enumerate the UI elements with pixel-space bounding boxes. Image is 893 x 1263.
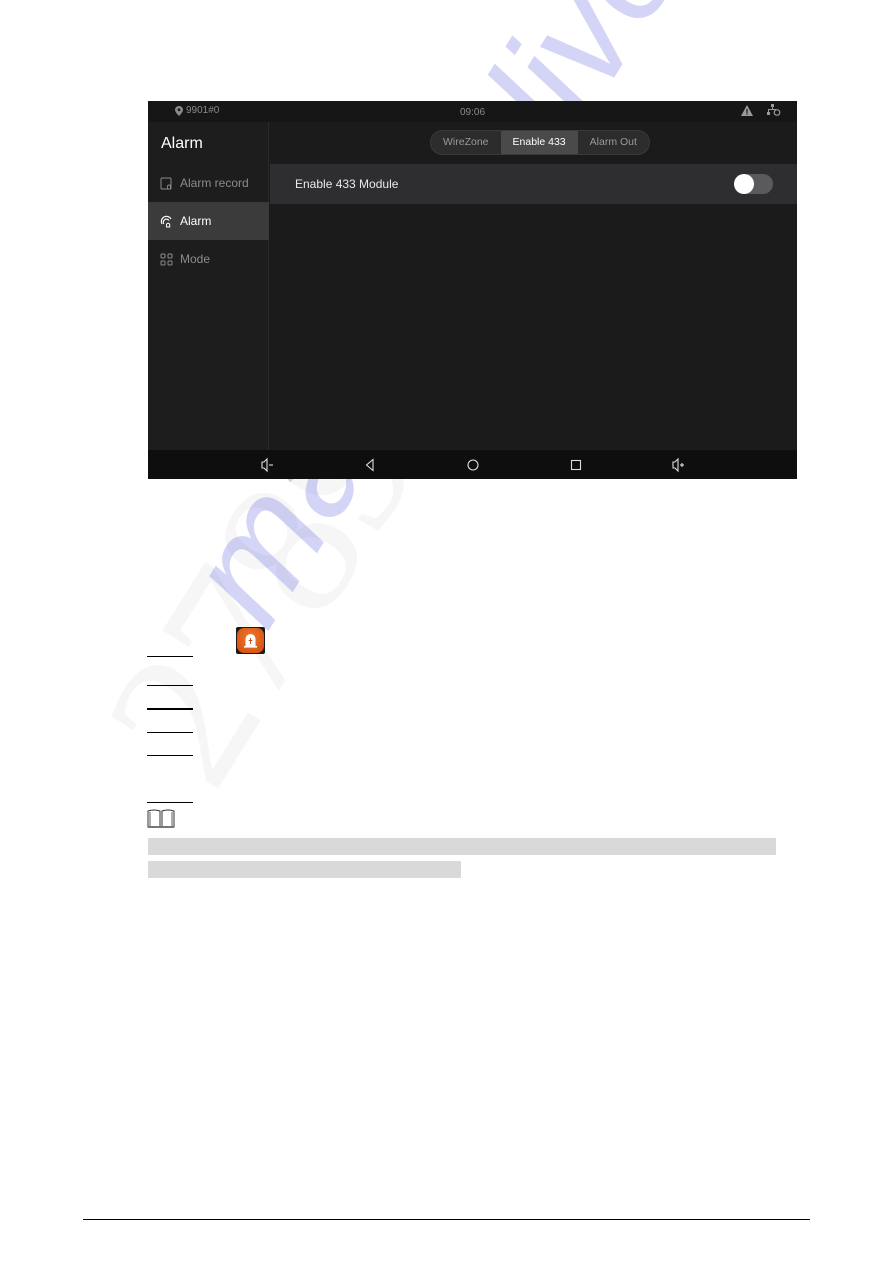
- tab-wirezone[interactable]: WireZone: [431, 131, 501, 154]
- volume-down-icon: [261, 457, 273, 473]
- note-separator-line: [147, 802, 193, 803]
- location-label: 9901#0: [186, 105, 220, 116]
- sidebar-item-label: Alarm record: [180, 176, 249, 190]
- alarm-app-icon: [236, 627, 265, 654]
- sidebar-item-alarm-record[interactable]: Alarm record: [148, 164, 269, 202]
- footer-rule: [83, 1219, 810, 1220]
- enable-433-module-toggle[interactable]: [734, 174, 773, 194]
- toggle-knob: [734, 174, 754, 194]
- volume-up-icon: [672, 457, 684, 473]
- back-button[interactable]: [362, 457, 378, 473]
- volume-up-button[interactable]: [671, 457, 687, 473]
- step-marker-line: [147, 732, 193, 733]
- book-note-icon: [147, 809, 175, 828]
- home-button[interactable]: [465, 457, 481, 473]
- step-marker-line: [147, 656, 193, 657]
- status-bar: 9901#0 09:06: [148, 101, 797, 122]
- warning-icon: [741, 104, 753, 116]
- alarm-icon: [160, 215, 172, 227]
- main-panel: WireZone Enable 433 Alarm Out Enable 433…: [270, 122, 797, 450]
- setting-row-enable-433-module: Enable 433 Module: [270, 164, 797, 204]
- sidebar-item-mode[interactable]: Mode: [148, 240, 269, 278]
- sidebar-item-label: Alarm: [180, 214, 212, 228]
- status-time: 09:06: [460, 107, 486, 118]
- mode-grid-icon: [160, 253, 173, 265]
- volume-down-button[interactable]: [260, 457, 276, 473]
- step-marker-line: [147, 708, 193, 710]
- tab-enable-433[interactable]: Enable 433: [500, 131, 578, 154]
- back-icon: [365, 458, 374, 472]
- step-marker-line: [147, 685, 193, 686]
- recents-button[interactable]: [568, 457, 584, 473]
- setting-label: Enable 433 Module: [295, 177, 399, 191]
- device-screenshot: 9901#0 09:06 Alarm Alarm record Alarm Mo…: [148, 101, 797, 479]
- sidebar-item-alarm[interactable]: Alarm: [148, 202, 269, 240]
- step-marker-line: [147, 755, 193, 756]
- sidebar: Alarm Alarm record Alarm Mode: [148, 122, 269, 450]
- note-text-highlight: [148, 838, 776, 855]
- alarm-record-icon: [160, 177, 172, 189]
- navigation-bar: [148, 450, 797, 479]
- map-pin-icon: [175, 105, 183, 116]
- note-text-highlight: [148, 861, 461, 878]
- alarm-bell-glyph-icon: [244, 634, 257, 648]
- tab-alarm-out[interactable]: Alarm Out: [578, 131, 649, 154]
- sidebar-item-label: Mode: [180, 252, 211, 266]
- home-icon: [467, 459, 479, 471]
- recents-icon: [570, 459, 582, 471]
- tab-bar: WireZone Enable 433 Alarm Out: [430, 130, 650, 155]
- location-indicator: 9901#0: [175, 105, 219, 116]
- network-icon: [767, 104, 781, 116]
- sidebar-title: Alarm: [161, 135, 203, 152]
